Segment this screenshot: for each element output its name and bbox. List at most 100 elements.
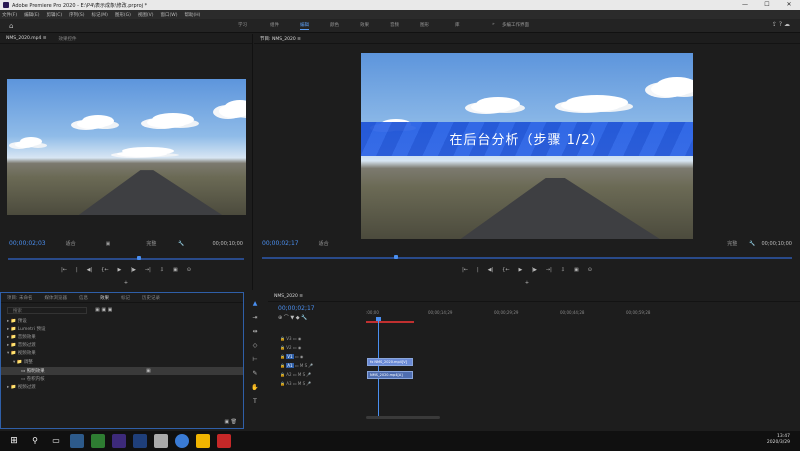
ripple-edit-tool-icon[interactable]: ⇹ — [252, 328, 257, 335]
program-playhead[interactable] — [394, 255, 398, 259]
audio-clip[interactable]: NMS_2020.mp4[A] — [367, 371, 413, 379]
tree-item-video-effects[interactable]: ▾ 📁 视频效果 — [7, 350, 36, 356]
workspace-tab-color[interactable]: 颜色 — [330, 22, 339, 28]
tree-item-lighting-effects[interactable]: ▭ 照明效果 — [21, 368, 45, 374]
effects-search-input[interactable]: 搜索 — [7, 307, 87, 314]
goto-out-button[interactable]: →| — [145, 267, 151, 273]
premiere-taskbar-icon[interactable] — [112, 434, 126, 448]
wechat-icon[interactable] — [196, 434, 210, 448]
effect-controls-tab[interactable]: 效果控件 — [59, 36, 77, 42]
pen-tool-icon[interactable]: ✎ — [252, 370, 257, 377]
menu-graphics[interactable]: 图形(G) — [115, 12, 131, 18]
button-editor-icon[interactable]: + — [525, 280, 529, 286]
workspace-tab-editing[interactable]: 编辑 — [300, 22, 309, 30]
effects-tab[interactable]: 效果 — [100, 295, 109, 301]
home-icon[interactable]: ⌂ — [9, 22, 17, 30]
workspace-icons[interactable]: ⇪ ? ☁ — [772, 21, 790, 28]
minimize-button[interactable]: — — [734, 0, 756, 10]
explorer-icon[interactable] — [154, 434, 168, 448]
play-button[interactable]: ▶ — [118, 267, 122, 273]
search-icon[interactable]: ⚲ — [28, 434, 42, 448]
new-bin-icons[interactable]: ▣ ▣ ▣ — [95, 307, 112, 313]
menu-window[interactable]: 窗口(W) — [161, 12, 178, 18]
workspace-tab-graphics[interactable]: 图形 — [420, 22, 429, 28]
source-playhead[interactable] — [137, 256, 141, 260]
tree-item-presets[interactable]: ▸ 📁 预设 — [7, 318, 27, 324]
history-tab[interactable]: 历史记录 — [142, 295, 160, 301]
track-select-tool-icon[interactable]: ⇥ — [252, 314, 257, 321]
menu-help[interactable]: 帮助(H) — [184, 12, 200, 18]
button-editor-icon[interactable]: + — [124, 280, 128, 286]
tree-item-audio-transitions[interactable]: ▸ 📁 音频过渡 — [7, 342, 36, 348]
app-red-icon[interactable] — [217, 434, 231, 448]
info-tab[interactable]: 信息 — [79, 295, 88, 301]
source-fit-select[interactable]: 适合 — [66, 240, 76, 247]
tree-item-audio-effects[interactable]: ▸ 📁 音频效果 — [7, 334, 36, 340]
delete-icon[interactable]: ▣ 🗑 — [224, 419, 237, 425]
program-tab[interactable]: 节目: NMS_2020 ≡ — [260, 36, 301, 42]
slip-tool-icon[interactable]: ⊢ — [252, 356, 257, 363]
maximize-button[interactable]: ☐ — [756, 0, 778, 10]
workspace-tab-assembly[interactable]: 组件 — [270, 22, 279, 28]
tree-item-adjust[interactable]: ▾ 📁 调整 — [13, 359, 33, 365]
mark-in-button[interactable]: |← — [61, 267, 67, 273]
timeline-playhead[interactable] — [378, 317, 379, 417]
step-forward-button[interactable]: |▶ — [531, 267, 537, 273]
source-timecode[interactable]: 00;00;02;03 — [9, 240, 46, 247]
photoshop-icon[interactable] — [133, 434, 147, 448]
workspace-tab-libraries[interactable]: 库 — [455, 22, 460, 28]
menu-marker[interactable]: 标记(M) — [92, 12, 108, 18]
goto-in-button[interactable]: ◀| — [488, 267, 494, 273]
menu-file[interactable]: 文件(F) — [2, 12, 17, 18]
program-fit-select[interactable]: 适合 — [319, 240, 329, 247]
goto-in-button[interactable]: ◀| — [87, 267, 93, 273]
timeline-tab[interactable]: NMS_2020 ≡ — [274, 294, 303, 299]
source-settings-icon[interactable]: ▣ — [106, 241, 111, 247]
razor-tool-icon[interactable]: ◇ — [253, 342, 258, 349]
export-frame-button[interactable]: ⊙ — [187, 267, 191, 273]
timeline-playhead-handle[interactable] — [376, 317, 381, 321]
insert-button[interactable]: ⇩ — [160, 267, 164, 273]
hand-tool-icon[interactable]: ✋ — [251, 384, 258, 391]
menu-clip[interactable]: 剪辑(C) — [46, 12, 62, 18]
extract-button[interactable]: ▣ — [574, 267, 579, 273]
selection-tool-icon[interactable]: ▲ — [253, 300, 258, 307]
source-tab[interactable]: NMS_2020.mp4 ≡ — [6, 36, 47, 41]
menu-view[interactable]: 视图(V) — [138, 12, 154, 18]
menu-sequence[interactable]: 序列(S) — [69, 12, 84, 18]
program-timecode[interactable]: 00;00;02;17 — [262, 240, 299, 247]
program-scrub-bar[interactable] — [262, 257, 792, 259]
type-tool-icon[interactable]: T — [253, 398, 257, 405]
workspace-tab-audio[interactable]: 音频 — [390, 22, 399, 28]
program-quality-select[interactable]: 完整 — [727, 240, 737, 247]
overwrite-button[interactable]: ▣ — [173, 267, 178, 273]
wrench-icon[interactable]: 🔧 — [749, 241, 755, 247]
timeline-tool-icons[interactable]: ⊕ ⌒ ▼ ◆ 🔧 — [278, 314, 307, 321]
markers-tab[interactable]: 标记 — [121, 295, 130, 301]
tree-item-convolution-kernel[interactable]: ▭ 卷积内核 — [21, 376, 45, 382]
source-quality-select[interactable]: 完整 — [146, 240, 156, 247]
mark-out-button[interactable]: | — [477, 267, 479, 273]
goto-out-button[interactable]: →| — [546, 267, 552, 273]
workspace-more-label[interactable]: 多编工作界面 — [502, 22, 529, 28]
workspace-tab-learn[interactable]: 学习 — [238, 22, 247, 28]
media-browser-tab[interactable]: 媒体浏览器 — [44, 295, 67, 301]
workspace-tab-effects[interactable]: 效果 — [360, 22, 369, 28]
windows-start-icon[interactable]: ⊞ — [7, 434, 21, 448]
task-view-icon[interactable]: ▭ — [49, 434, 63, 448]
step-forward-button[interactable]: |▶ — [130, 267, 136, 273]
step-back-button[interactable]: {← — [101, 267, 108, 273]
video-clip[interactable]: fx NMS_2020.mp4[V] — [367, 358, 413, 366]
timeline-scrollbar[interactable] — [366, 416, 440, 419]
project-tab[interactable]: 项目: 未命名 — [7, 295, 32, 301]
media-encoder-icon[interactable] — [70, 434, 84, 448]
wrench-icon[interactable]: 🔧 — [178, 241, 184, 247]
mark-in-button[interactable]: |← — [462, 267, 468, 273]
menu-edit[interactable]: 编辑(E) — [24, 12, 39, 18]
lift-button[interactable]: ⇩ — [561, 267, 565, 273]
export-frame-button[interactable]: ⊙ — [588, 267, 592, 273]
timeline-timecode[interactable]: 00;00;02;17 — [278, 305, 315, 312]
tree-item-lumetri-presets[interactable]: ▸ 📁 Lumetri 预设 — [7, 326, 45, 332]
mark-out-button[interactable]: | — [76, 267, 78, 273]
tree-item-video-transitions[interactable]: ▸ 📁 视频过渡 — [7, 384, 36, 390]
